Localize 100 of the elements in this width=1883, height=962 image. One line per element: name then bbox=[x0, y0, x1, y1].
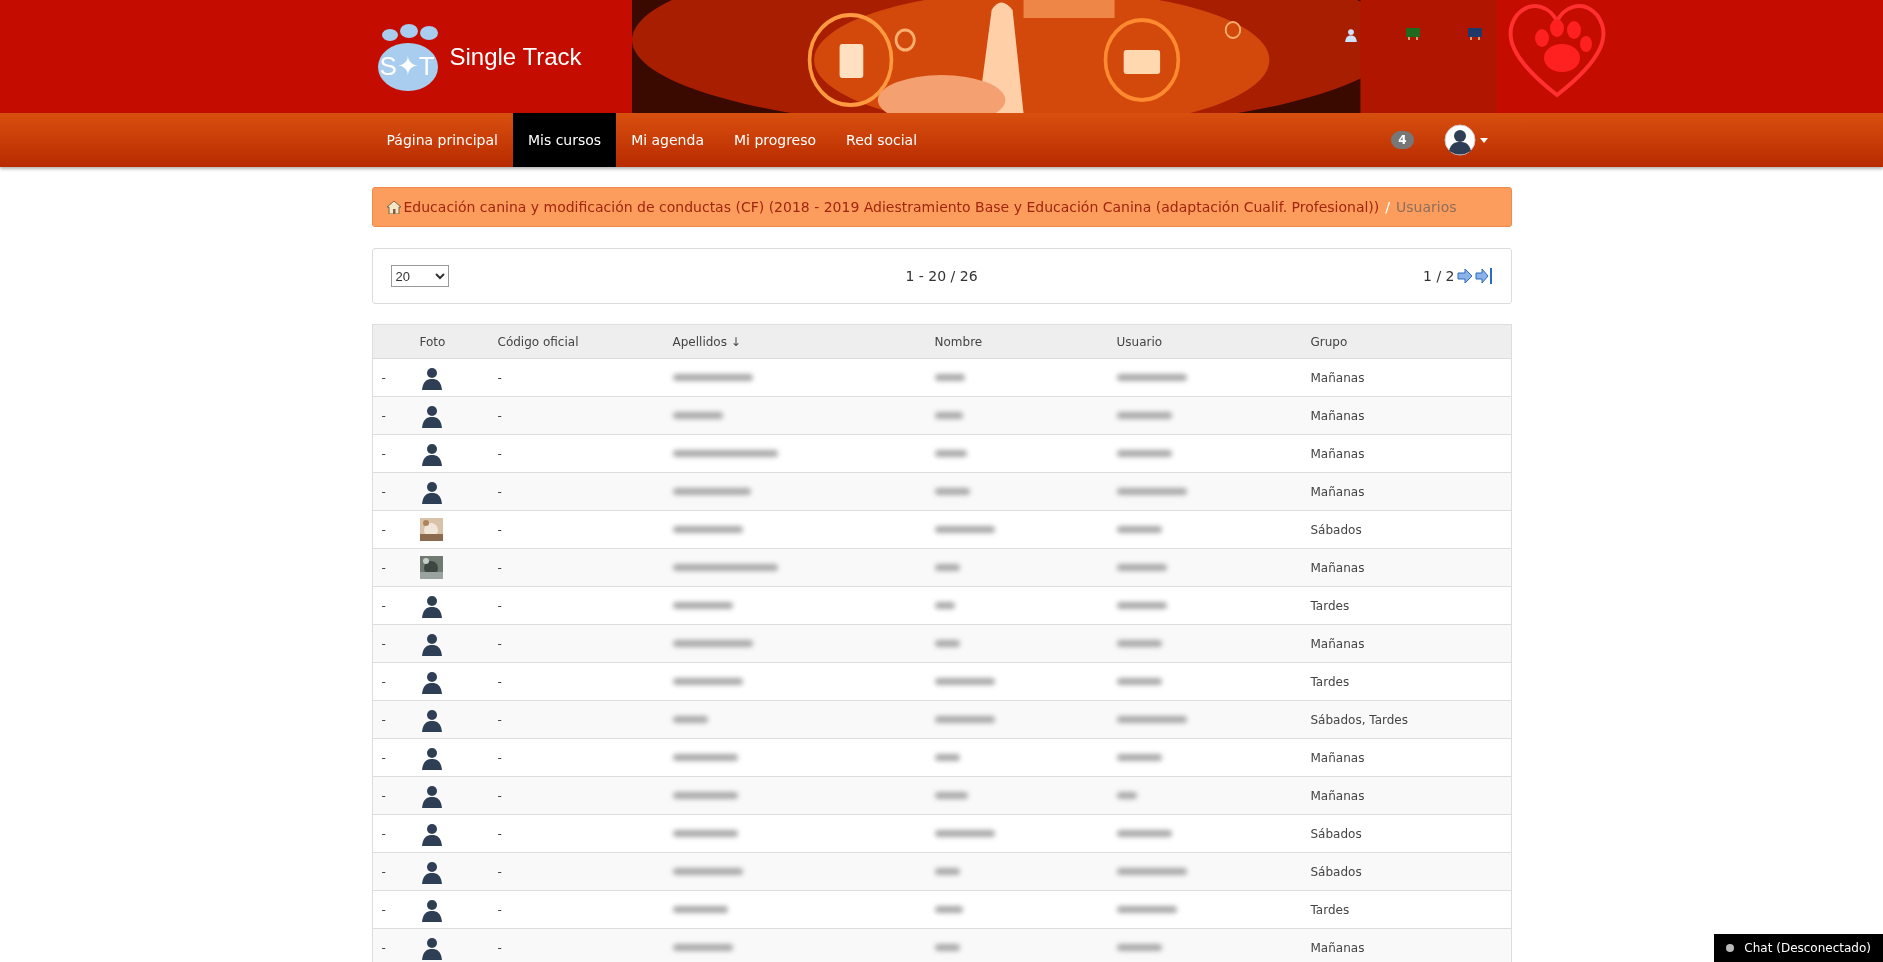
blurred-text bbox=[934, 602, 955, 609]
blurred-text bbox=[934, 868, 960, 875]
board-icon bbox=[1405, 28, 1420, 40]
table-cell-text: - bbox=[496, 940, 503, 955]
table-cell-text: - bbox=[496, 750, 503, 765]
blurred-text bbox=[934, 944, 960, 951]
table-cell-text: Sábados bbox=[1309, 826, 1363, 841]
person-icon bbox=[419, 745, 444, 770]
table-cell-text: - bbox=[496, 674, 503, 689]
row-mark: - bbox=[380, 940, 387, 955]
nav-tab[interactable]: Red social bbox=[831, 113, 933, 167]
column-header: Código oficial bbox=[496, 334, 580, 349]
table-cell-text: Sábados bbox=[1309, 864, 1363, 879]
column-header: Usuario bbox=[1115, 334, 1164, 349]
table-cell-text: Mañanas bbox=[1309, 636, 1366, 651]
user-icon bbox=[1343, 28, 1358, 42]
blurred-text bbox=[1116, 944, 1162, 951]
breadcrumb-link[interactable]: Educación canina y modificación de conductas (CF) (2018 - 2019 Adiestramiento Base y Educación Canina (adaptación Cualif. Profesional)) bbox=[386, 199, 1380, 215]
blurred-text bbox=[934, 830, 995, 837]
blurred-text bbox=[672, 868, 743, 875]
caret-icon bbox=[1479, 137, 1488, 143]
table-cell-text: Mañanas bbox=[1309, 750, 1366, 765]
nav-tab[interactable]: Mis cursos bbox=[512, 113, 617, 167]
blurred-text bbox=[934, 526, 995, 533]
table-cell-text: Mañanas bbox=[1309, 484, 1366, 499]
person-icon bbox=[419, 669, 444, 694]
nav-tab[interactable]: Página principal bbox=[371, 113, 513, 167]
row-mark: - bbox=[380, 370, 387, 385]
table-cell-text: - bbox=[496, 598, 503, 613]
table-cell-text: - bbox=[496, 408, 503, 423]
row-mark: - bbox=[380, 902, 387, 917]
breadcrumb-separator: / bbox=[1385, 199, 1390, 215]
table-cell-text: - bbox=[496, 902, 503, 917]
person-icon bbox=[419, 897, 444, 922]
person-icon bbox=[419, 403, 444, 428]
blurred-text bbox=[1116, 564, 1167, 571]
blurred-text bbox=[1116, 906, 1177, 913]
person-icon bbox=[419, 441, 444, 466]
blurred-text bbox=[1116, 868, 1187, 875]
page-indicator: 1 / 2 bbox=[1423, 268, 1455, 284]
row-mark: - bbox=[380, 750, 387, 765]
chat-bar[interactable]: Chat (Desconectado) bbox=[1714, 934, 1883, 962]
person-icon bbox=[419, 783, 444, 808]
blurred-text bbox=[934, 754, 960, 761]
row-mark: - bbox=[380, 446, 387, 461]
person-icon bbox=[419, 935, 444, 960]
blurred-text bbox=[1116, 412, 1172, 419]
table-cell-text: Mañanas bbox=[1309, 446, 1366, 461]
blurred-text bbox=[672, 754, 738, 761]
row-mark: - bbox=[380, 712, 387, 727]
table-cell-text: - bbox=[496, 522, 503, 537]
blurred-text bbox=[934, 792, 968, 799]
person-icon bbox=[419, 631, 444, 656]
table-cell-text: Mañanas bbox=[1309, 370, 1366, 385]
nav-tab[interactable]: Mi agenda bbox=[616, 113, 719, 167]
table-cell-text: Tardes bbox=[1309, 674, 1351, 689]
last-page-icon[interactable] bbox=[1474, 268, 1493, 284]
table-cell-text: Sábados bbox=[1309, 522, 1363, 537]
column-header[interactable]: Apellidos ↓ bbox=[663, 334, 926, 349]
table-cell-text: - bbox=[496, 446, 503, 461]
breadcrumb-current: Usuarios bbox=[1396, 199, 1457, 215]
home-icon bbox=[386, 200, 401, 214]
table-cell-text: - bbox=[496, 712, 503, 727]
person-icon bbox=[419, 707, 444, 732]
blurred-text bbox=[1116, 792, 1137, 799]
table-cell-text: Mañanas bbox=[1309, 560, 1366, 575]
blurred-text bbox=[934, 450, 967, 457]
table-cell-text: Tardes bbox=[1309, 598, 1351, 613]
column-header: Foto bbox=[418, 334, 447, 349]
row-mark: - bbox=[380, 788, 387, 803]
result-range: 1 - 20 / 26 bbox=[905, 268, 978, 284]
row-mark: - bbox=[380, 484, 387, 499]
blurred-text bbox=[934, 374, 965, 381]
blurred-text bbox=[1116, 374, 1187, 381]
blurred-text bbox=[1116, 488, 1187, 495]
blurred-text bbox=[672, 792, 738, 799]
row-mark: - bbox=[380, 408, 387, 423]
table-cell-text: Sábados, Tardes bbox=[1309, 712, 1409, 727]
chat-label: Chat (Desconectado) bbox=[1744, 941, 1871, 955]
row-mark: - bbox=[380, 522, 387, 537]
table-cell-text: Tardes bbox=[1309, 902, 1351, 917]
brand-name: Single Track bbox=[449, 42, 582, 71]
person-icon bbox=[419, 859, 444, 884]
blurred-text bbox=[934, 906, 963, 913]
board-icon bbox=[1467, 28, 1482, 40]
table-cell-text: - bbox=[496, 560, 503, 575]
blurred-text bbox=[672, 602, 733, 609]
blurred-text bbox=[672, 526, 743, 533]
table-cell-text: - bbox=[496, 484, 503, 499]
next-page-icon[interactable] bbox=[1456, 269, 1473, 283]
person-icon bbox=[419, 479, 444, 504]
table-cell-text: - bbox=[496, 788, 503, 803]
blurred-text bbox=[1116, 716, 1187, 723]
page-size-select[interactable]: 20 bbox=[390, 265, 449, 287]
user-menu-button[interactable] bbox=[1443, 124, 1488, 156]
nav-tab[interactable]: Mi progreso bbox=[718, 113, 832, 167]
table-cell-text: - bbox=[496, 370, 503, 385]
row-mark: - bbox=[380, 826, 387, 841]
notification-badge[interactable]: 4 bbox=[1391, 131, 1414, 149]
blurred-text bbox=[1116, 678, 1162, 685]
